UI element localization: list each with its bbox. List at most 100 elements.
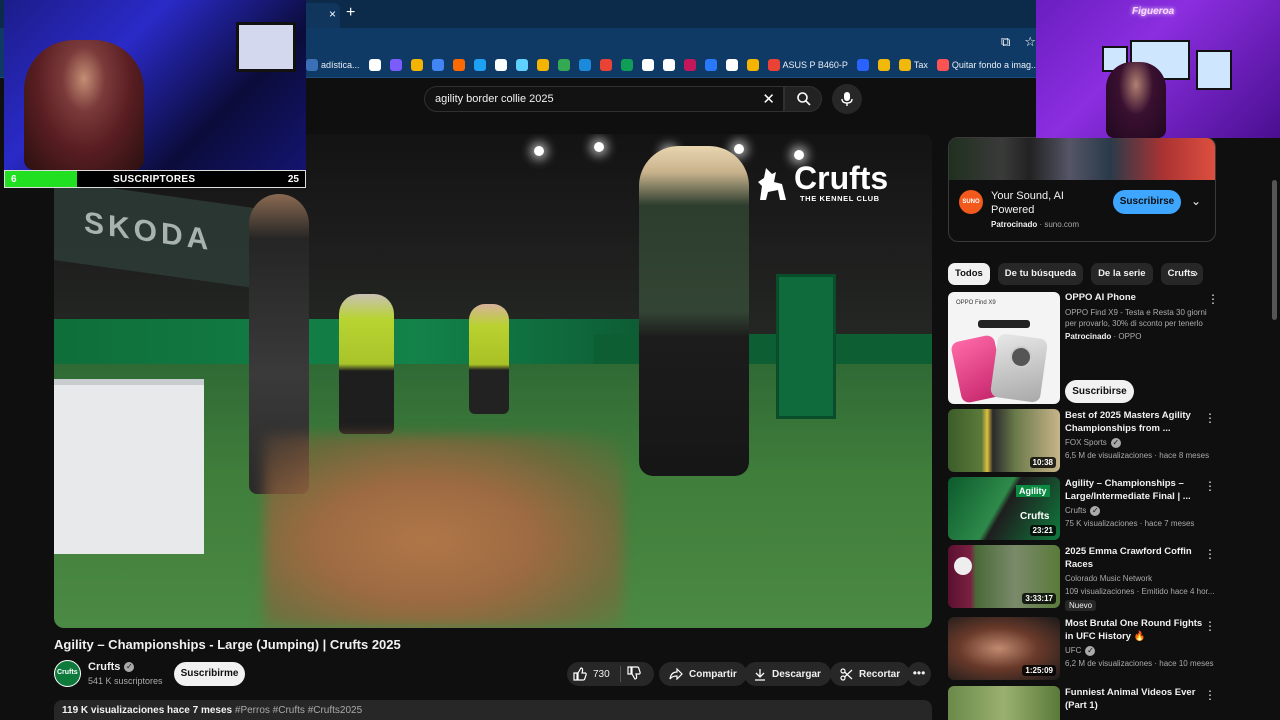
verified-check-icon: ✓ <box>1090 506 1101 516</box>
chip-de-la-serie[interactable]: De la serie <box>1091 263 1153 285</box>
bookmark-item[interactable]: ASUS P B460-P <box>767 59 848 71</box>
search-icon <box>797 92 811 106</box>
like-button[interactable]: 730 <box>573 667 610 681</box>
bookmark-item[interactable] <box>389 59 402 71</box>
screen: { "browser": { "tab_close": "×", "new_ta… <box>0 0 1280 720</box>
bookmark-item[interactable] <box>725 59 738 71</box>
kebab-menu-icon[interactable]: ⋮ <box>1204 688 1216 702</box>
bookmark-favicon-icon <box>494 59 507 71</box>
more-actions-button[interactable]: ••• <box>907 662 931 686</box>
views-and-date: 119 K visualizaciones hace 7 meses <box>62 705 233 716</box>
oppo-more-icon[interactable]: ⋮ <box>1207 292 1219 306</box>
bookmark-item[interactable] <box>641 59 654 71</box>
recommendation-item[interactable]: 10:38 Best of 2025 Masters Agility Champ… <box>948 409 1216 475</box>
recommendation-item[interactable]: Agility Crufts 23:21 Agility – Champions… <box>948 477 1216 543</box>
bookmark-star-icon[interactable]: ☆ <box>1024 34 1036 50</box>
video-thumbnail[interactable] <box>948 686 1060 720</box>
bookmark-item[interactable]: Quitar fondo a imag... <box>936 59 1038 71</box>
like-count: 730 <box>593 668 610 680</box>
bookmark-item[interactable] <box>494 59 507 71</box>
share-button[interactable]: Compartir <box>659 662 747 686</box>
agility-jump-post <box>776 274 836 419</box>
hashtags[interactable]: #Perros #Crufts #Crufts2025 <box>235 705 362 716</box>
bookmark-item[interactable] <box>746 59 759 71</box>
oppo-ad-thumbnail[interactable]: OPPO Find X9 <box>948 292 1060 404</box>
bookmark-item[interactable] <box>536 59 549 71</box>
chip-de-tu-busqueda[interactable]: De tu búsqueda <box>997 263 1084 285</box>
bookmark-favicon-icon <box>473 59 486 71</box>
webcam-overlay-left <box>4 0 306 170</box>
clip-button[interactable]: Recortar <box>830 662 911 686</box>
new-badge: Nuevo <box>1065 600 1097 611</box>
white-barrier <box>54 379 204 554</box>
download-button[interactable]: Descargar <box>744 662 831 686</box>
ad-meta: Patrocinado · suno.com <box>991 220 1080 229</box>
verified-check-icon: ✓ <box>1085 646 1096 656</box>
bookmark-favicon-icon <box>725 59 738 71</box>
bookmark-item[interactable] <box>368 59 381 71</box>
dislike-button[interactable] <box>627 666 641 685</box>
bookmark-item[interactable] <box>683 59 696 71</box>
bookmark-item[interactable]: Tax <box>898 59 928 71</box>
voice-search-button[interactable] <box>832 84 862 114</box>
download-icon <box>755 668 765 681</box>
bookmark-favicon-icon <box>389 59 402 71</box>
recommendation-item[interactable]: 3:33:17 2025 Emma Crawford Coffin Races … <box>948 545 1216 611</box>
bookmark-item[interactable] <box>578 59 591 71</box>
video-thumbnail[interactable]: 3:33:17 <box>948 545 1060 608</box>
bookmark-label: Tax <box>913 60 928 70</box>
subscribe-button[interactable]: Suscribirme <box>174 662 245 686</box>
bookmark-item[interactable] <box>410 59 423 71</box>
bookmark-favicon-icon <box>877 59 890 71</box>
page-scrollbar[interactable] <box>1272 180 1277 320</box>
bookmark-item[interactable] <box>515 59 528 71</box>
chevron-right-icon[interactable]: › <box>1194 266 1198 280</box>
scissors-icon <box>840 667 853 681</box>
recommendation-item[interactable]: 1:25:09 Most Brutal One Round Fights in … <box>948 617 1216 683</box>
ad-title: Your Sound, AI Powered <box>991 190 1064 216</box>
bookmark-item[interactable]: adística... <box>306 59 360 71</box>
bookmark-favicon-icon <box>515 59 528 71</box>
judge <box>339 294 394 434</box>
description-box[interactable]: 119 K visualizaciones hace 7 meses #Perr… <box>54 700 932 720</box>
channel-name[interactable]: Crufts ✓ <box>88 661 135 673</box>
bookmark-item[interactable] <box>473 59 486 71</box>
video-thumbnail[interactable]: 10:38 <box>948 409 1060 472</box>
search-button[interactable] <box>784 86 822 112</box>
channel-avatar[interactable]: Crufts <box>54 660 81 687</box>
bookmark-item[interactable] <box>704 59 717 71</box>
recommendation-item[interactable]: Funniest Animal Videos Ever (Part 1) ⋮ <box>948 686 1216 720</box>
kebab-menu-icon[interactable]: ⋮ <box>1204 479 1216 493</box>
tab-close-icon[interactable]: × <box>329 7 336 21</box>
bookmark-item[interactable] <box>557 59 570 71</box>
chip-todos[interactable]: Todos <box>948 263 990 285</box>
kebab-menu-icon[interactable]: ⋮ <box>1204 411 1216 425</box>
video-thumbnail[interactable]: Agility Crufts 23:21 <box>948 477 1060 540</box>
video-player[interactable]: SKODA Crufts THE KENNEL CLUB <box>54 134 932 628</box>
video-thumbnail[interactable]: 1:25:09 <box>948 617 1060 680</box>
search-input[interactable]: agility border collie 2025 ✕ <box>424 86 784 112</box>
kebab-menu-icon[interactable]: ⋮ <box>1204 619 1216 633</box>
cast-icon[interactable]: ⧉ <box>1001 34 1010 50</box>
oppo-ad-info[interactable]: OPPO AI Phone OPPO Find X9 - Testa e Res… <box>1065 292 1215 341</box>
bookmark-favicon-icon <box>767 59 780 71</box>
ad-subscribe-button[interactable]: Suscribirse <box>1113 190 1181 214</box>
bookmark-item[interactable] <box>620 59 633 71</box>
bookmark-item[interactable] <box>856 59 869 71</box>
bookmark-item[interactable] <box>599 59 612 71</box>
new-tab-button[interactable]: + <box>346 4 355 22</box>
bookmark-item[interactable] <box>662 59 675 71</box>
kebab-menu-icon[interactable]: ⋮ <box>1204 547 1216 561</box>
subscriber-current: 6 <box>11 174 17 185</box>
bookmark-item[interactable] <box>452 59 465 71</box>
thumbs-down-icon <box>627 666 641 680</box>
browser-tab[interactable]: × <box>300 3 340 28</box>
clear-search-icon[interactable]: ✕ <box>762 90 775 108</box>
like-dislike-group: 730 <box>567 662 654 686</box>
bookmark-item[interactable] <box>431 59 444 71</box>
chevron-down-icon[interactable]: ⌄ <box>1191 194 1201 208</box>
oppo-subscribe-button[interactable]: Suscribirse <box>1065 380 1134 403</box>
video-title: Agility – Championships - Large (Jumping… <box>54 637 401 652</box>
bookmark-item[interactable] <box>877 59 890 71</box>
sponsored-ad-card[interactable]: SUNO Your Sound, AI Powered Patrocinado … <box>948 137 1216 242</box>
